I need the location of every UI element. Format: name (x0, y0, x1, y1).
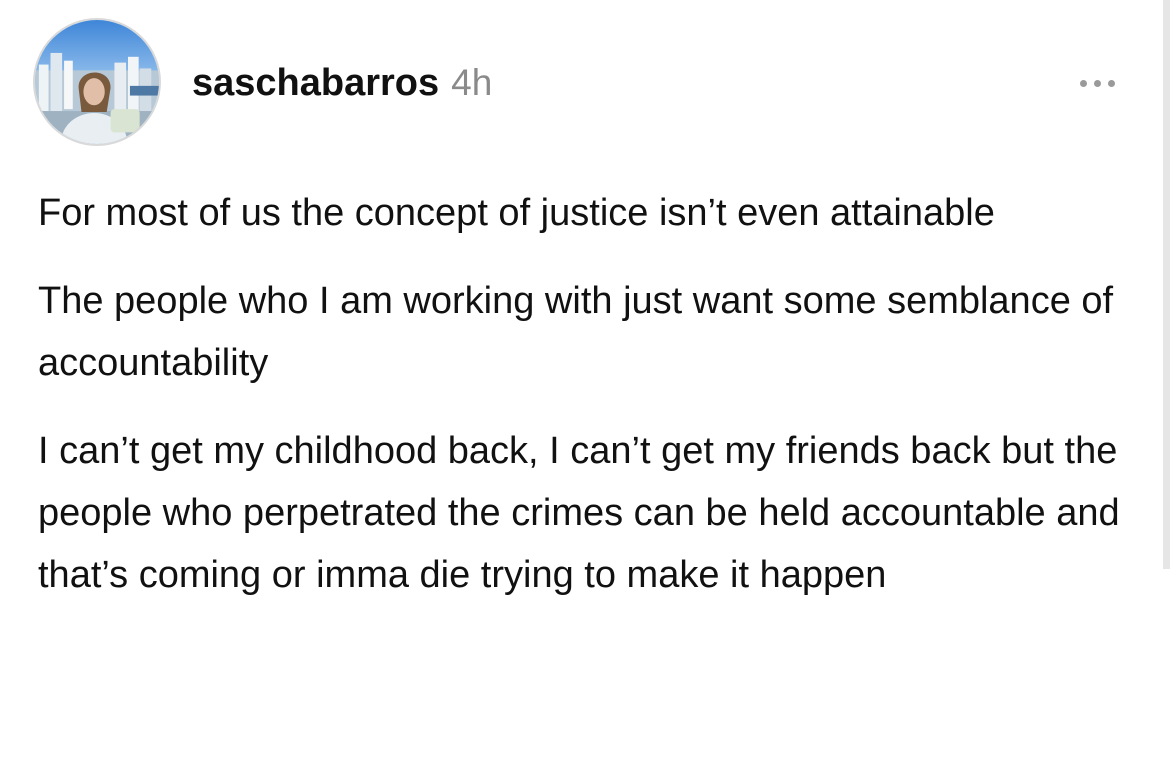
avatar[interactable] (33, 18, 161, 146)
post-paragraph: For most of us the concept of justice is… (38, 192, 995, 234)
more-horizontal-icon (1079, 79, 1115, 87)
post-card: saschabarros 4h For most of us the conce… (0, 0, 1170, 765)
username[interactable]: saschabarros (192, 62, 439, 105)
post-header: saschabarros 4h (192, 62, 492, 108)
post-body: For most of us the concept of justice is… (38, 182, 1138, 632)
avatar-image (35, 20, 159, 144)
scrollbar[interactable] (1163, 0, 1170, 569)
more-dot-icon (1079, 79, 1087, 87)
more-dot-icon (1093, 79, 1101, 87)
more-options-button[interactable] (1068, 68, 1126, 98)
post-paragraph: I can’t get my childhood back, I can’t g… (38, 430, 1120, 596)
timestamp: 4h (451, 62, 493, 103)
post-paragraph: The people who I am working with just wa… (38, 280, 1114, 384)
more-dot-icon (1107, 79, 1115, 87)
